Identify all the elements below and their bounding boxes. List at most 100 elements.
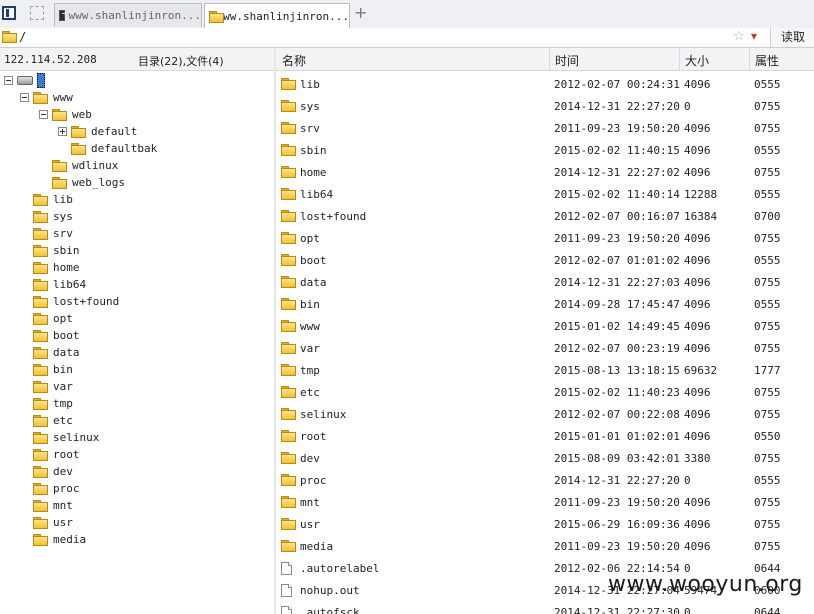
tree-item[interactable]: media	[33, 531, 86, 548]
tree-item[interactable]: root	[33, 446, 80, 463]
folder-icon	[281, 540, 296, 552]
file-row[interactable]: lost+found 2012-02-07 00:16:07 16384 0700	[276, 205, 814, 227]
column-attr[interactable]: 属性	[755, 52, 779, 69]
tree-item[interactable]: sys	[33, 208, 73, 225]
file-attr: 0700	[754, 210, 781, 223]
collapse-toggle-icon[interactable]	[20, 93, 29, 102]
file-row[interactable]: .autofsck 2014-12-31 22:27:30 0 0644	[276, 601, 814, 614]
file-row[interactable]: root 2015-01-01 01:02:01 4096 0550	[276, 425, 814, 447]
tree-item-label: lib64	[53, 278, 87, 291]
file-row[interactable]: var 2012-02-07 00:23:19 4096 0755	[276, 337, 814, 359]
file-time: 2012-02-07 00:23:19	[554, 342, 680, 355]
file-row[interactable]: opt 2011-09-23 19:50:20 4096 0755	[276, 227, 814, 249]
file-row[interactable]: tmp 2015-08-13 13:18:15 69632 1777	[276, 359, 814, 381]
file-row[interactable]: lib64 2015-02-02 11:40:14 12288 0555	[276, 183, 814, 205]
tree-item-label: www	[53, 91, 73, 104]
column-divider[interactable]	[549, 48, 550, 70]
file-row[interactable]: sys 2014-12-31 22:27:20 0 0755	[276, 95, 814, 117]
tree-item[interactable]: lost+found	[33, 293, 119, 310]
file-row[interactable]: mnt 2011-09-23 19:50:20 4096 0755	[276, 491, 814, 513]
folder-icon	[281, 122, 296, 134]
folder-icon	[33, 227, 48, 240]
tree-item[interactable]: data	[33, 344, 80, 361]
expand-toggle-icon[interactable]	[58, 127, 67, 136]
file-row[interactable]: sbin 2015-02-02 11:40:15 4096 0555	[276, 139, 814, 161]
file-row[interactable]: usr 2015-06-29 16:09:36 4096 0755	[276, 513, 814, 535]
tab-bar: www.shanlinjinron... www.shanlinjinron..…	[0, 0, 814, 29]
folder-icon	[33, 397, 48, 410]
tree-item[interactable]: home	[33, 259, 80, 276]
tree-item[interactable]: lib	[33, 191, 73, 208]
tree-item[interactable]: wdlinux	[52, 157, 118, 174]
file-row[interactable]: home 2014-12-31 22:27:02 4096 0755	[276, 161, 814, 183]
read-button[interactable]: 读取	[770, 28, 814, 47]
file-row[interactable]: media 2011-09-23 19:50:20 4096 0755	[276, 535, 814, 557]
file-row[interactable]: dev 2015-08-09 03:42:01 3380 0755	[276, 447, 814, 469]
tree-root-drive[interactable]	[17, 72, 45, 89]
file-row[interactable]: srv 2011-09-23 19:50:20 4096 0755	[276, 117, 814, 139]
file-name: root	[300, 430, 327, 443]
collapse-toggle-icon[interactable]	[4, 76, 13, 85]
file-row[interactable]: bin 2014-09-28 17:45:47 4096 0555	[276, 293, 814, 315]
tree-item[interactable]: default	[71, 123, 137, 140]
tree-item[interactable]: bin	[33, 361, 73, 378]
tree-item[interactable]: web_logs	[52, 174, 125, 191]
tree-item[interactable]: opt	[33, 310, 73, 327]
folder-icon	[33, 414, 48, 427]
file-time: 2015-01-01 01:02:01	[554, 430, 680, 443]
column-size[interactable]: 大小	[685, 52, 709, 69]
tree-item[interactable]: sbin	[33, 242, 80, 259]
file-name: dev	[300, 452, 320, 465]
collapse-toggle-icon[interactable]	[39, 110, 48, 119]
tree-item-label: usr	[53, 516, 73, 529]
file-attr: 0550	[754, 430, 781, 443]
new-tab-button[interactable]: +	[354, 3, 367, 22]
file-name: lib	[300, 78, 320, 91]
column-name[interactable]: 名称	[282, 52, 306, 69]
file-attr: 0555	[754, 78, 781, 91]
tree-item[interactable]: lib64	[33, 276, 86, 293]
tree-item[interactable]: var	[33, 378, 73, 395]
tree-item[interactable]: usr	[33, 514, 73, 531]
tab-terminal[interactable]: www.shanlinjinron...	[54, 3, 202, 27]
folder-icon	[33, 533, 48, 546]
tree-item[interactable]: mnt	[33, 497, 73, 514]
tree-item[interactable]: proc	[33, 480, 80, 497]
file-row[interactable]: data 2014-12-31 22:27:03 4096 0755	[276, 271, 814, 293]
file-size: 4096	[684, 254, 711, 267]
column-time[interactable]: 时间	[555, 52, 579, 69]
tree-item[interactable]: www	[33, 89, 73, 106]
blank-tab-icon[interactable]	[30, 6, 44, 20]
file-row[interactable]: lib 2012-02-07 00:24:31 4096 0555	[276, 73, 814, 95]
file-attr: 0755	[754, 518, 781, 531]
folder-icon	[33, 499, 48, 512]
file-attr: 0755	[754, 232, 781, 245]
tree-item-label: lost+found	[53, 295, 120, 308]
column-divider[interactable]	[679, 48, 680, 70]
tree-item[interactable]: dev	[33, 463, 73, 480]
tree-item[interactable]: boot	[33, 327, 80, 344]
tab-file-manager[interactable]: www.shanlinjinron...	[204, 3, 350, 29]
file-name: nohup.out	[300, 584, 360, 597]
chevron-down-icon[interactable]: ▾	[751, 29, 757, 43]
file-name: tmp	[300, 364, 320, 377]
folder-icon	[33, 380, 48, 393]
file-row[interactable]: boot 2012-02-07 01:01:02 4096 0555	[276, 249, 814, 271]
tree-item[interactable]: selinux	[33, 429, 99, 446]
app-menu-icon[interactable]	[2, 6, 16, 20]
file-row[interactable]: proc 2014-12-31 22:27:20 0 0555	[276, 469, 814, 491]
tree-item[interactable]: etc	[33, 412, 73, 429]
tree-item[interactable]: tmp	[33, 395, 73, 412]
file-row[interactable]: www 2015-01-02 14:49:45 4096 0755	[276, 315, 814, 337]
file-row[interactable]: etc 2015-02-02 11:40:23 4096 0755	[276, 381, 814, 403]
file-time: 2015-06-29 16:09:36	[554, 518, 680, 531]
tree-item[interactable]: srv	[33, 225, 73, 242]
tree-item[interactable]: web	[52, 106, 92, 123]
file-size: 4096	[684, 276, 711, 289]
tree-item[interactable]: defaultbak	[71, 140, 157, 157]
file-row[interactable]: selinux 2012-02-07 00:22:08 4096 0755	[276, 403, 814, 425]
bookmark-star-icon[interactable]: ☆	[733, 29, 745, 44]
column-divider[interactable]	[749, 48, 750, 70]
path-input[interactable]: /	[19, 30, 26, 44]
tree-item-label: home	[53, 261, 80, 274]
